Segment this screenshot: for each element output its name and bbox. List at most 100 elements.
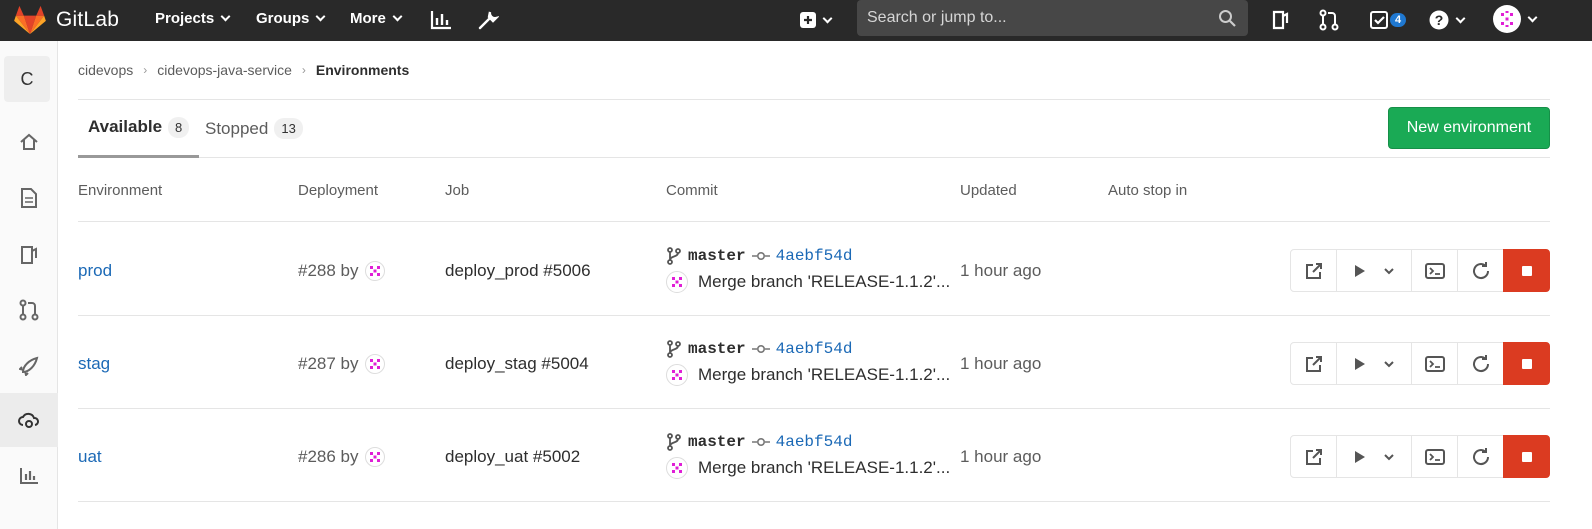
chevron-right-icon: ›	[301, 63, 306, 77]
environment-tabs: Available 8 Stopped 13 New environment	[78, 99, 1550, 158]
sidebar-item-project-overview[interactable]	[0, 115, 58, 169]
merge-requests-icon[interactable]	[1317, 8, 1341, 32]
chevron-down-icon	[315, 11, 326, 22]
branch-icon	[667, 247, 681, 265]
svg-text:?: ?	[1434, 12, 1443, 28]
deployment-info: #286 by	[298, 447, 385, 467]
new-environment-button[interactable]: New environment	[1388, 107, 1550, 149]
cloud-gear-icon	[18, 412, 39, 428]
activity-chart-icon[interactable]	[429, 8, 453, 32]
brand-name: GitLab	[56, 8, 120, 31]
breadcrumb: cidevops › cidevops-java-service › Envir…	[78, 62, 409, 78]
breadcrumb-group[interactable]: cidevops	[78, 62, 133, 78]
tab-available[interactable]: Available 8	[78, 99, 200, 158]
tab-stopped[interactable]: Stopped 13	[205, 99, 303, 158]
deployment-info: #287 by	[298, 354, 385, 374]
chevron-down-icon	[220, 11, 231, 22]
environment-link[interactable]: stag	[78, 354, 110, 374]
external-link-icon	[1305, 448, 1322, 465]
commit-author-avatar[interactable]	[666, 457, 688, 479]
nav-groups-label: Groups	[256, 10, 310, 27]
nav-groups[interactable]: Groups	[256, 10, 326, 27]
chevron-down-icon	[1384, 360, 1394, 367]
table-header: Environment Deployment Job Commit Update…	[78, 158, 1550, 222]
chevron-down-icon	[1384, 267, 1394, 274]
stop-environment-button[interactable]	[1503, 342, 1550, 385]
deployment-number: #287 by	[298, 354, 359, 373]
branch-name[interactable]: master	[688, 247, 746, 265]
terminal-icon	[1424, 448, 1445, 465]
breadcrumb-project[interactable]: cidevops-java-service	[157, 62, 292, 78]
terminal-button[interactable]	[1411, 435, 1458, 478]
user-avatar[interactable]	[364, 261, 385, 281]
chevron-down-icon	[1527, 12, 1537, 22]
branch-name[interactable]: master	[688, 340, 746, 358]
commit-sha[interactable]: 4aebf54d	[776, 340, 853, 358]
user-avatar[interactable]	[364, 354, 385, 374]
chevron-down-icon	[1384, 453, 1394, 460]
search-input[interactable]	[867, 9, 1207, 27]
external-link-button[interactable]	[1290, 435, 1337, 478]
terminal-button[interactable]	[1411, 249, 1458, 292]
user-avatar[interactable]	[364, 447, 385, 467]
merge-request-icon	[19, 299, 39, 321]
chevron-right-icon: ›	[143, 63, 148, 77]
new-item-dropdown[interactable]	[795, 8, 835, 32]
todos-link[interactable]: 4	[1368, 8, 1408, 32]
manual-job-dropdown[interactable]	[1336, 435, 1412, 478]
commit-author-avatar[interactable]	[666, 271, 688, 293]
redeploy-button[interactable]	[1457, 342, 1504, 385]
breadcrumb-current[interactable]: Environments	[316, 62, 409, 78]
stop-environment-button[interactable]	[1503, 435, 1550, 478]
job-link[interactable]: deploy_prod #5006	[445, 261, 591, 281]
project-avatar[interactable]: C	[4, 56, 50, 102]
todo-check-icon	[1369, 11, 1388, 29]
nav-more-label: More	[350, 10, 386, 27]
table-row: prod #288 by deploy_prod #5006 master 4a…	[78, 223, 1550, 316]
commit-info: master 4aebf54d Merge branch 'RELEASE-1.…	[666, 338, 950, 388]
rocket-icon	[19, 356, 39, 376]
environment-link[interactable]: prod	[78, 261, 112, 281]
stop-icon	[1521, 451, 1532, 462]
play-icon	[1355, 450, 1365, 463]
sidebar-item-merge-requests[interactable]	[0, 283, 58, 337]
nav-more[interactable]: More	[350, 10, 403, 27]
external-link-button[interactable]	[1290, 249, 1337, 292]
redeploy-button[interactable]	[1457, 435, 1504, 478]
stop-environment-button[interactable]	[1503, 249, 1550, 292]
terminal-button[interactable]	[1411, 342, 1458, 385]
sidebar-item-operations[interactable]	[0, 393, 58, 447]
chevron-down-icon	[1455, 13, 1465, 23]
sidebar-item-ci-cd[interactable]	[0, 339, 58, 393]
chevron-down-icon	[392, 11, 403, 22]
sidebar-item-analytics[interactable]	[0, 449, 58, 503]
job-link[interactable]: deploy_stag #5004	[445, 354, 589, 374]
commit-message[interactable]: Merge branch 'RELEASE-1.1.2'...	[698, 458, 950, 478]
external-link-button[interactable]	[1290, 342, 1337, 385]
commit-author-avatar[interactable]	[666, 364, 688, 386]
external-link-icon	[1305, 262, 1322, 279]
branch-name[interactable]: master	[688, 433, 746, 451]
sidebar-item-issues[interactable]	[0, 228, 58, 282]
user-menu[interactable]	[1490, 3, 1538, 35]
issues-icon[interactable]	[1268, 8, 1292, 32]
commit-sha[interactable]: 4aebf54d	[776, 247, 853, 265]
home-icon	[20, 133, 38, 150]
col-updated: Updated	[960, 182, 1017, 199]
commit-sha[interactable]: 4aebf54d	[776, 433, 853, 451]
search-box[interactable]	[857, 0, 1248, 36]
manual-job-dropdown[interactable]	[1336, 342, 1412, 385]
commit-message[interactable]: Merge branch 'RELEASE-1.1.2'...	[698, 272, 950, 292]
nav-projects[interactable]: Projects	[155, 10, 231, 27]
commit-message[interactable]: Merge branch 'RELEASE-1.1.2'...	[698, 365, 950, 385]
gitlab-logo[interactable]: GitLab	[14, 3, 119, 37]
job-link[interactable]: deploy_uat #5002	[445, 447, 580, 467]
nav-projects-label: Projects	[155, 10, 215, 27]
manual-job-dropdown[interactable]	[1336, 249, 1412, 292]
admin-wrench-icon[interactable]	[476, 8, 500, 32]
tab-stopped-label: Stopped	[205, 118, 269, 138]
redeploy-button[interactable]	[1457, 249, 1504, 292]
help-dropdown[interactable]: ?	[1426, 8, 1466, 32]
environment-link[interactable]: uat	[78, 447, 102, 467]
sidebar-item-repository[interactable]	[0, 171, 58, 225]
